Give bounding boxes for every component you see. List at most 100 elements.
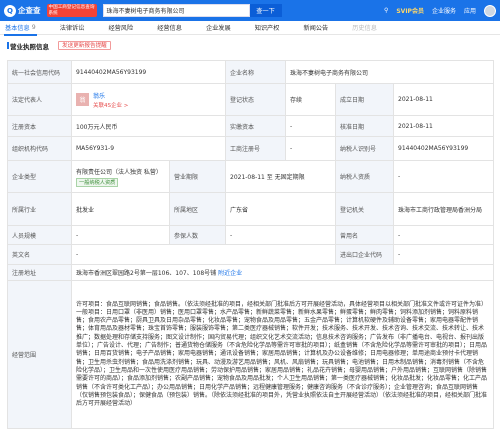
search-button[interactable]: 查一下 <box>249 4 282 17</box>
nearby-companies-link[interactable]: 附近企业 <box>218 270 242 277</box>
tab-ip[interactable]: 知识产权 <box>250 21 285 35</box>
taxpayer-qual-tag: 一般纳税人资质 <box>76 177 119 187</box>
header-right-menu: ⚲ SVIP会员 企业服务 应用 <box>384 0 496 21</box>
enterprise-service-link[interactable]: 企业服务 <box>432 6 456 15</box>
tab-label: 知识产权 <box>254 25 280 32</box>
reg-authority-value: 珠海市工商行政管理局香洲分局 <box>392 192 495 226</box>
svip-link[interactable]: SVIP会员 <box>396 6 424 15</box>
former-name-label: 曾用名 <box>335 225 394 245</box>
legal-rep-avatar: 翁 <box>76 93 89 106</box>
region-value: 广东省 <box>225 192 336 226</box>
table-row: 所属行业 批发业 所属地区 广东省 登记机关 珠海市工商行政管理局香洲分局 <box>7 192 495 226</box>
site-logo[interactable]: Q 企查查 <box>4 4 41 17</box>
tab-label: 基本信息 <box>5 25 30 32</box>
biz-reg-no-value: - <box>285 136 336 161</box>
insured-label: 参保人数 <box>169 225 226 245</box>
search-icon[interactable]: ⚲ <box>384 7 388 14</box>
table-row: 法定代表人 翁 翁乐 关联4S企业 > 登记状态 存续 成立日期 2021-08… <box>7 83 495 116</box>
taxpayer-id-label: 纳税人识别号 <box>335 136 394 161</box>
approval-date-value: 2021-08-11 <box>392 115 495 137</box>
paid-capital-value: - <box>285 115 336 137</box>
biz-term-label: 营业期限 <box>169 160 226 193</box>
table-row: 组织机构代码 MA56Y931-9 工商注册号 - 纳税人识别号 9144040… <box>7 136 495 161</box>
business-license-table: 统一社会信用代码 91440402MA56Y93199 企业名称 珠海不妻树电子… <box>7 60 495 429</box>
table-row: 注册地址 珠海市香洲区翠园路2号第一层106、107、108号铺 附近企业 <box>7 264 495 281</box>
insured-value: - <box>225 225 336 245</box>
taxpayer-id-value: 91440402MA56Y93199 <box>392 136 495 161</box>
tab-label: 经营信息 <box>157 25 182 32</box>
table-row: 经营范围 许可项目：食品互联网销售；食品销售。（依法须经批准的项目，经相关部门批… <box>7 280 495 429</box>
logo-text: 企查查 <box>18 6 41 15</box>
legal-rep-cell: 翁 翁乐 关联4S企业 > <box>71 83 226 116</box>
company-name-value: 珠海不妻树电子商务有限公司 <box>284 60 495 84</box>
tab-legal[interactable]: 法律诉讼 <box>55 21 90 35</box>
company-type-label: 企业类型 <box>7 160 72 193</box>
industry-value: 批发业 <box>71 192 170 226</box>
company-type-value: 有限责任公司（法人独资 私营） <box>76 168 162 176</box>
biz-term-value: 2021-08-11 至 无固定期限 <box>225 160 336 193</box>
taxpayer-qual-value: - <box>392 160 495 193</box>
tab-development[interactable]: 企业发展 <box>201 21 236 35</box>
search-input[interactable]: 珠海不妻树电子商务有限公司 <box>102 4 250 17</box>
reg-capital-label: 注册资本 <box>7 115 72 137</box>
staff-value: - <box>71 225 170 245</box>
reg-capital-value: 100万元人民币 <box>71 115 226 137</box>
tab-label: 新闻公告 <box>303 25 329 32</box>
reg-authority-label: 登记机关 <box>335 192 394 226</box>
approval-date-label: 核准日期 <box>335 115 394 137</box>
tab-label: 企业发展 <box>205 25 231 32</box>
company-type-cell: 有限责任公司（法人独资 私营） 一般纳税人资质 <box>71 160 170 193</box>
table-row: 企业类型 有限责任公司（法人独资 私营） 一般纳税人资质 营业期限 2021-0… <box>7 160 495 193</box>
user-avatar[interactable] <box>484 4 496 17</box>
tab-label: 经营风险 <box>108 25 134 32</box>
tab-history[interactable]: 历史信息 <box>347 21 382 35</box>
section-accent-bar <box>7 42 9 49</box>
tab-risk[interactable]: 经营风险 <box>103 21 138 35</box>
scope-label: 经营范围 <box>7 280 72 429</box>
region-label: 所属地区 <box>169 192 226 226</box>
credit-code-value: 91440402MA56Y93199 <box>71 60 226 84</box>
related-companies-link[interactable]: 关联4S企业 > <box>93 101 128 109</box>
table-row: 人员规模 - 参保人数 - 曾用名 - <box>7 225 495 245</box>
credit-code-label: 统一社会信用代码 <box>7 60 72 84</box>
top-header-bar: Q 企查查 中国工商登记信息查询系统 珠海不妻树电子商务有限公司 查一下 ⚲ S… <box>0 0 500 21</box>
address-cell: 珠海市香洲区翠园路2号第一层106、107、108号铺 附近企业 <box>70 264 495 281</box>
taxpayer-qual-label: 纳税人资质 <box>335 160 394 193</box>
est-date-value: 2021-08-11 <box>392 83 495 116</box>
staff-label: 人员规模 <box>7 225 72 245</box>
address-value: 珠海市香洲区翠园路2号第一层106、107、108号铺 <box>76 270 217 277</box>
update-report-button[interactable]: 发送更新报告提醒 <box>58 40 111 50</box>
reg-status-value: 存续 <box>285 83 336 116</box>
logo-icon: Q <box>4 4 16 17</box>
est-date-label: 成立日期 <box>335 83 394 116</box>
scope-value: 许可项目：食品互联网销售；食品销售。（依法须经批准的项目，经相关部门批准后方可开… <box>70 280 495 429</box>
legal-rep-name[interactable]: 翁乐 <box>93 91 128 100</box>
legal-rep-label: 法定代表人 <box>7 83 72 116</box>
company-tabs: 基本信息 9 法律诉讼 经营风险 经营信息 企业发展 知识产权 新闻公告 历史信息 <box>0 21 500 36</box>
former-name-value: - <box>392 225 495 245</box>
tab-label: 历史信息 <box>352 25 377 32</box>
table-row: 注册资本 100万元人民币 实缴资本 - 核准日期 2021-08-11 <box>7 115 495 137</box>
english-name-label: 英文名 <box>7 244 72 265</box>
table-row: 统一社会信用代码 91440402MA56Y93199 企业名称 珠海不妻树电子… <box>7 60 495 84</box>
table-row: 英文名 - 进出口企业代码 - <box>7 244 495 265</box>
paid-capital-label: 实缴资本 <box>225 115 286 137</box>
import-export-label: 进出口企业代码 <box>335 244 394 265</box>
reg-status-label: 登记状态 <box>225 83 286 116</box>
org-code-label: 组织机构代码 <box>7 136 72 161</box>
section-title: 营业执照信息 <box>10 43 49 51</box>
promo-badge[interactable]: 中国工商登记信息查询系统 <box>46 4 97 17</box>
biz-reg-no-label: 工商注册号 <box>225 136 286 161</box>
tab-label: 法律诉讼 <box>59 25 85 32</box>
address-label: 注册地址 <box>7 264 72 281</box>
import-export-value: - <box>392 244 495 265</box>
english-name-value: - <box>71 244 336 265</box>
tab-count: 9 <box>31 24 36 31</box>
tab-business[interactable]: 经营信息 <box>152 21 187 35</box>
industry-label: 所属行业 <box>7 192 72 226</box>
apps-menu[interactable]: 应用 <box>464 6 476 15</box>
tab-basic-info[interactable]: 基本信息 9 <box>0 21 41 36</box>
org-code-value: MA56Y931-9 <box>71 136 226 161</box>
tab-news[interactable]: 新闻公告 <box>298 21 333 35</box>
company-name-label: 企业名称 <box>225 60 286 84</box>
